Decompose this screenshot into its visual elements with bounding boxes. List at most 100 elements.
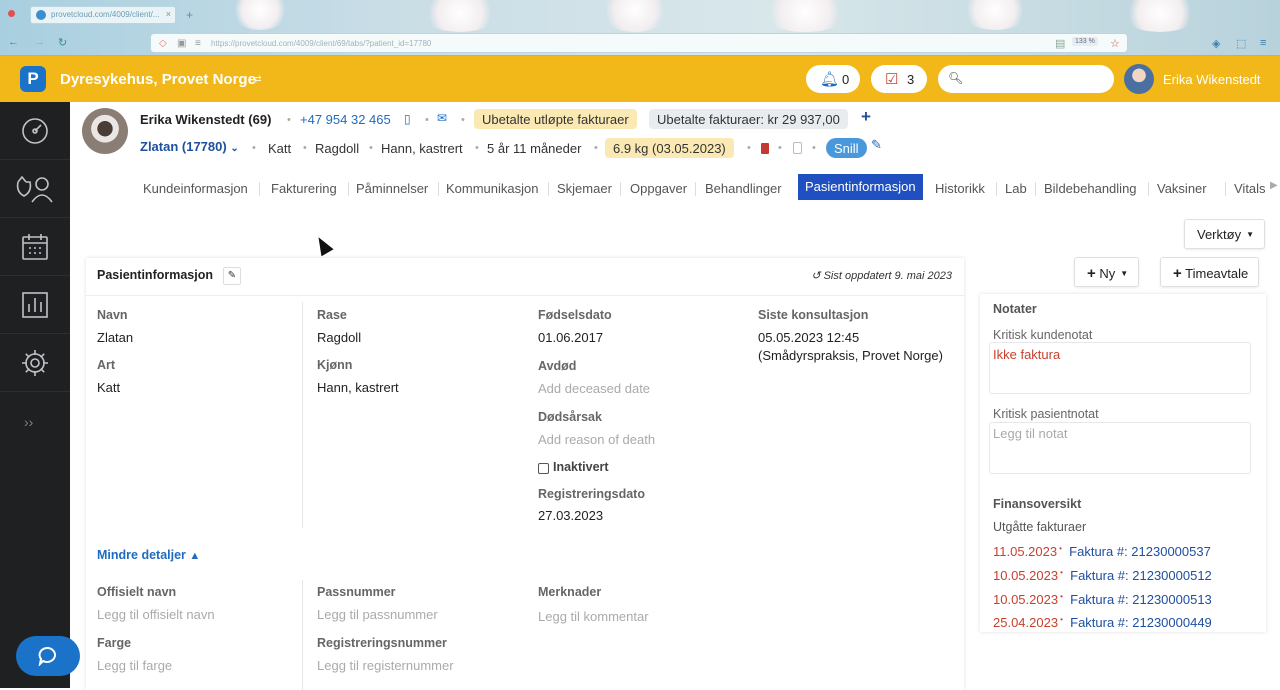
browser-tab[interactable]: provetcloud.com/4009/client/... ×	[30, 6, 176, 24]
invoice-row[interactable]: 25.04.2023 • Faktura #: 21230000449	[993, 615, 1212, 630]
microchip-icon[interactable]	[793, 142, 802, 154]
invoice-link[interactable]: Faktura #: 21230000513	[1070, 592, 1212, 607]
mobile-phone-icon[interactable]: ▯	[404, 112, 411, 126]
tab-paminnelser[interactable]: Påminnelser	[356, 176, 428, 202]
edit-pencil-icon[interactable]: ✎	[223, 267, 241, 285]
user-name[interactable]: Erika Wikenstedt	[1163, 72, 1261, 87]
chat-support-button[interactable]	[16, 636, 80, 676]
new-appointment-button[interactable]: + Timeavtale	[1160, 257, 1260, 287]
forward-icon[interactable]: →	[34, 36, 45, 48]
tab-vaksiner[interactable]: Vaksiner	[1157, 176, 1207, 202]
sidebar-item-settings[interactable]	[0, 334, 70, 392]
invoice-row[interactable]: 10.05.2023 • Faktura #: 21230000512	[993, 568, 1212, 583]
patient-photo[interactable]	[82, 108, 128, 154]
patient-weight-badge[interactable]: 6.9 kg (03.05.2023)	[605, 138, 734, 158]
species-value[interactable]: Katt	[97, 380, 120, 395]
patient-note-field[interactable]: Legg til notat	[993, 426, 1067, 441]
unpaid-invoices-badge[interactable]: Ubetalte fakturaer: kr 29 937,00	[649, 109, 848, 129]
last-updated: ↺ Sist oppdatert 9. mai 2023	[811, 269, 952, 282]
last-consultation-date[interactable]: 05.05.2023 12:45	[758, 330, 859, 345]
inactive-checkbox[interactable]	[538, 463, 549, 474]
clinic-switch-icon[interactable]: ⇄	[254, 74, 262, 85]
sidebar-item-calendar[interactable]	[0, 218, 70, 276]
divider	[86, 295, 964, 296]
tasks-button[interactable]: ☑ 3	[871, 65, 927, 93]
tab-oppgaver[interactable]: Oppgaver	[630, 176, 687, 202]
tab-fakturering[interactable]: Fakturering	[271, 176, 337, 202]
edit-patient-icon[interactable]: ✎	[871, 137, 882, 153]
name-value[interactable]: Zlatan	[97, 330, 133, 345]
invoice-link[interactable]: Faktura #: 21230000512	[1070, 568, 1212, 583]
invoice-row[interactable]: 11.05.2023 • Faktura #: 21230000537	[993, 544, 1211, 559]
tools-dropdown-button[interactable]: Verktøy ▼	[1184, 219, 1265, 249]
registration-number-field[interactable]: Legg til registernummer	[317, 658, 454, 673]
global-search[interactable]: 🔍︎	[938, 65, 1114, 93]
insurance-icon[interactable]	[761, 143, 769, 154]
pocket-icon[interactable]: ◈	[1212, 37, 1220, 50]
tab-kommunikasjon[interactable]: Kommunikasjon	[446, 176, 539, 202]
provet-logo[interactable]: P	[20, 66, 46, 92]
death-cause-field[interactable]: Add reason of death	[538, 432, 655, 447]
patient-age: 5 år 11 måneder	[487, 141, 582, 156]
background-blossom	[760, 0, 850, 32]
extensions-icon[interactable]: ⬚	[1236, 37, 1246, 50]
sidebar-item-dashboard[interactable]	[0, 102, 70, 160]
column-divider	[302, 302, 303, 528]
tab-close-icon[interactable]: ×	[166, 9, 171, 19]
separator-dot: •	[287, 114, 291, 126]
reader-view-icon[interactable]: ▤	[1055, 37, 1065, 50]
remarks-field[interactable]: Legg til kommentar	[538, 609, 649, 624]
separator-dot: •	[812, 142, 816, 154]
birth-date-value[interactable]: 01.06.2017	[538, 330, 603, 345]
passport-field[interactable]: Legg til passnummer	[317, 607, 438, 622]
sex-value[interactable]: Hann, kastrert	[317, 380, 399, 395]
tab-skjemaer[interactable]: Skjemaer	[557, 176, 612, 202]
tab-historikk[interactable]: Historikk	[935, 176, 985, 202]
new-dropdown-button[interactable]: + Ny ▼	[1074, 257, 1140, 287]
add-client-info-icon[interactable]: +	[861, 107, 871, 127]
notifications-button[interactable]: 🔔︎ 0	[806, 65, 860, 93]
official-name-field[interactable]: Legg til offisielt navn	[97, 607, 215, 622]
client-phone[interactable]: +47 954 32 465	[300, 112, 391, 127]
back-icon[interactable]: ←	[8, 36, 19, 48]
sidebar-item-reports[interactable]	[0, 276, 70, 334]
last-updated-text: Sist oppdatert 9. mai 2023	[823, 270, 952, 282]
tab-vitals[interactable]: Vitals	[1234, 176, 1268, 202]
tab-kundeinformasjon[interactable]: Kundeinformasjon	[143, 176, 248, 202]
finance-title: Finansoversikt	[993, 497, 1082, 511]
less-details-toggle[interactable]: Mindre detaljer ▲	[97, 548, 200, 562]
tab-bildebehandling[interactable]: Bildebehandling	[1044, 176, 1137, 202]
clients-icon	[16, 175, 53, 202]
user-avatar[interactable]	[1124, 64, 1154, 94]
menu-icon[interactable]: ≡	[1260, 37, 1266, 49]
client-name[interactable]: Erika Wikenstedt (69)	[140, 112, 271, 127]
tab-lab[interactable]: Lab	[1005, 176, 1027, 202]
sidebar-expand-icon[interactable]: ››	[24, 414, 33, 430]
clinic-name[interactable]: Dyresykehus, Provet Norge	[60, 71, 256, 88]
card-title: Pasientinformasjon	[97, 268, 213, 282]
invoice-link[interactable]: Faktura #: 21230000537	[1069, 544, 1211, 559]
tab-pasientinformasjon[interactable]: Pasientinformasjon	[798, 174, 923, 200]
new-label: Ny	[1099, 266, 1116, 281]
window-close-icon[interactable]	[8, 10, 15, 17]
zoom-level[interactable]: 133 %	[1072, 37, 1098, 46]
tabs-scroll-right-icon[interactable]: ▶	[1270, 180, 1278, 191]
color-field[interactable]: Legg til farge	[97, 658, 172, 673]
bookmark-star-icon[interactable]: ☆	[1110, 37, 1120, 50]
new-tab-icon[interactable]: +	[186, 8, 193, 22]
address-bar[interactable]: ◇ ▣ ≡ https://provetcloud.com/4009/clien…	[150, 33, 1128, 53]
breed-value[interactable]: Ragdoll	[317, 330, 361, 345]
invoice-link[interactable]: Faktura #: 21230000449	[1070, 615, 1212, 630]
sidebar-item-clients[interactable]	[0, 160, 70, 218]
deceased-date-field[interactable]: Add deceased date	[538, 381, 650, 396]
tab-behandlinger[interactable]: Behandlinger	[705, 176, 782, 202]
patient-selector[interactable]: Zlatan (17780) ⌄	[140, 139, 239, 154]
reload-icon[interactable]: ↻	[58, 36, 67, 49]
email-icon[interactable]: ✉	[437, 111, 447, 125]
registration-date-value[interactable]: 27.03.2023	[538, 508, 603, 523]
search-input[interactable]	[966, 70, 1106, 88]
overdue-invoices-badge[interactable]: Ubetalte utløpte fakturaer	[474, 109, 637, 129]
invoice-row[interactable]: 10.05.2023 • Faktura #: 21230000513	[993, 592, 1212, 607]
client-note-value[interactable]: Ikke faktura	[993, 347, 1060, 362]
patient-tag-badge[interactable]: Snill	[826, 138, 867, 158]
